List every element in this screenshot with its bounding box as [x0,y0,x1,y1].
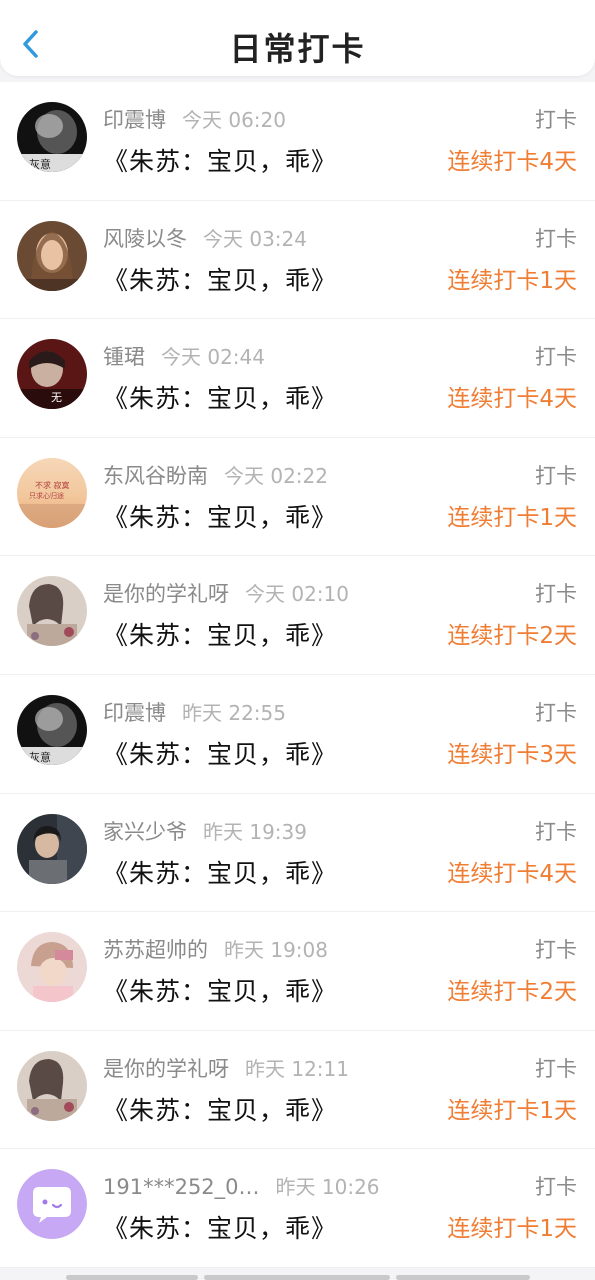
streak-badge: 连续打卡1天 [447,504,577,531]
checkin-label: 打卡 [535,1175,577,1200]
avatar[interactable]: 灰意 [17,102,87,172]
user-name-line: 印震博 今天 06:20 [103,104,286,134]
list-item[interactable]: 191***252_0… 昨天 10:26 《朱苏：宝贝，乖》 打卡 连续打卡1天 [0,1149,595,1268]
list-item[interactable]: 苏苏超帅的 昨天 19:08 《朱苏：宝贝，乖》 打卡 连续打卡2天 [0,912,595,1031]
user-name: 是你的学礼呀 [103,582,229,607]
streak-badge: 连续打卡2天 [447,979,577,1006]
checkin-label: 打卡 [535,582,577,607]
checkin-label: 打卡 [535,938,577,963]
user-name-line: 191***252_0… 昨天 10:26 [103,1171,380,1200]
checkin-list[interactable]: 灰意 印震博 今天 06:20 《朱苏：宝贝，乖》 打卡 连续打卡4天 风陵以冬今… [0,82,595,1268]
user-name-line: 锺珺 今天 02:44 [103,341,265,371]
avatar[interactable] [17,813,87,884]
timestamp: 今天 02:22 [224,463,328,488]
user-name: 风陵以冬 [103,226,187,251]
timestamp: 今天 02:10 [245,582,349,607]
book-title[interactable]: 《朱苏：宝贝，乖》 [103,261,337,297]
streak-badge: 连续打卡2天 [447,623,577,650]
timestamp: 昨天 22:55 [182,700,286,725]
avatar[interactable]: 灰意 [17,694,87,765]
book-title[interactable]: 《朱苏：宝贝，乖》 [103,498,337,534]
checkin-label: 打卡 [535,345,577,370]
timestamp: 今天 02:44 [161,345,265,370]
book-title[interactable]: 《朱苏：宝贝，乖》 [103,972,337,1008]
checkin-label: 打卡 [535,1056,577,1081]
svg-text:只求心归途: 只求心归途 [29,491,64,500]
user-name: 印震博 [103,700,166,725]
book-title[interactable]: 《朱苏：宝贝，乖》 [103,1091,337,1127]
timestamp: 昨天 19:08 [224,938,328,963]
avatar[interactable] [17,932,87,1003]
timestamp: 昨天 19:39 [203,819,307,844]
user-name: 是你的学礼呀 [103,1056,229,1081]
streak-badge: 连续打卡4天 [447,860,577,887]
book-title[interactable]: 《朱苏：宝贝，乖》 [103,854,337,890]
streak-badge: 连续打卡1天 [447,1097,577,1124]
svg-text:不求 寂寞: 不求 寂寞 [35,480,70,490]
book-title[interactable]: 《朱苏：宝贝，乖》 [103,616,337,652]
streak-badge: 连续打卡4天 [447,386,577,413]
book-title[interactable]: 《朱苏：宝贝，乖》 [103,1209,337,1245]
checkin-label: 打卡 [535,463,577,488]
list-item[interactable]: 风陵以冬 今天 03:24 《朱苏：宝贝，乖》 打卡 连续打卡1天 [0,201,595,320]
avatar[interactable]: 不求 寂寞 只求心归途 [17,457,87,528]
book-title[interactable]: 《朱苏：宝贝，乖》 [103,142,337,178]
streak-badge: 连续打卡1天 [447,1216,577,1243]
header-bar: 日常打卡 [0,0,595,76]
svg-text:灰意: 灰意 [29,750,51,764]
user-name: 锺珺 [103,345,145,370]
list-item[interactable]: 是你的学礼呀 昨天 12:11 《朱苏：宝贝，乖》 打卡 连续打卡1天 [0,1031,595,1150]
checkin-label: 打卡 [535,819,577,844]
user-name-line: 印震博 昨天 22:55 [103,697,286,727]
timestamp: 今天 03:24 [203,226,307,251]
list-item[interactable]: 无 锺珺 今天 02:44 《朱苏：宝贝，乖》 打卡 连续打卡4天 [0,319,595,438]
list-item[interactable]: 家兴少爷 昨天 19:39 《朱苏：宝贝，乖》 打卡 连续打卡4天 [0,794,595,913]
checkin-label: 打卡 [535,226,577,251]
user-name: 苏苏超帅的 [103,938,208,963]
streak-badge: 连续打卡1天 [447,267,577,294]
user-name: 191***252_0… [103,1175,260,1200]
book-title[interactable]: 《朱苏：宝贝，乖》 [103,379,337,415]
timestamp: 今天 06:20 [182,108,286,132]
bottom-indicator [66,1275,198,1280]
list-item[interactable]: 灰意 印震博 今天 06:20 《朱苏：宝贝，乖》 打卡 连续打卡4天 [0,82,595,201]
svg-text:无: 无 [51,391,62,404]
avatar[interactable] [17,220,87,291]
avatar[interactable] [17,1169,87,1240]
user-name: 家兴少爷 [103,819,187,844]
avatar[interactable]: 无 [17,339,87,410]
user-name-line: 是你的学礼呀 昨天 12:11 [103,1053,349,1083]
user-name-line: 风陵以冬 今天 03:24 [103,223,307,253]
avatar[interactable] [17,576,87,647]
user-name-line: 家兴少爷 昨天 19:39 [103,816,307,846]
user-name-line: 苏苏超帅的 昨天 19:08 [103,934,328,964]
bottom-indicator [396,1275,530,1280]
timestamp: 昨天 12:11 [245,1056,349,1081]
timestamp: 昨天 10:26 [275,1175,380,1200]
user-name: 印震博 [103,108,166,132]
avatar[interactable] [17,1050,87,1121]
list-item[interactable]: 不求 寂寞 只求心归途 东风谷盼南 今天 02:22 《朱苏：宝贝，乖》 打卡 连… [0,438,595,557]
svg-text:灰意: 灰意 [29,157,51,171]
streak-badge: 连续打卡4天 [447,149,577,175]
page-title: 日常打卡 [229,30,366,68]
list-item[interactable]: 是你的学礼呀 今天 02:10 《朱苏：宝贝，乖》 打卡 连续打卡2天 [0,556,595,675]
user-name-line: 是你的学礼呀 今天 02:10 [103,578,349,608]
checkin-label: 打卡 [535,700,577,725]
book-title[interactable]: 《朱苏：宝贝，乖》 [103,735,337,771]
user-name: 东风谷盼南 [103,463,208,488]
checkin-label: 打卡 [535,108,577,132]
user-name-line: 东风谷盼南 今天 02:22 [103,460,328,490]
list-item[interactable]: 灰意 印震博 昨天 22:55 《朱苏：宝贝，乖》 打卡 连续打卡3天 [0,675,595,794]
bottom-indicator [204,1275,390,1280]
streak-badge: 连续打卡3天 [447,741,577,768]
